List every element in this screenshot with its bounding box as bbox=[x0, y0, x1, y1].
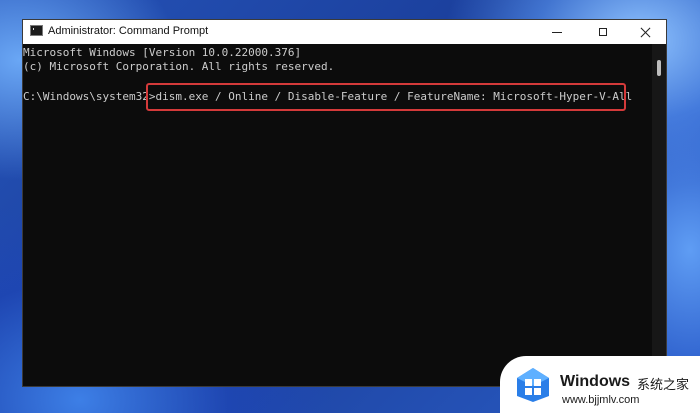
command-prompt-window[interactable]: Administrator: Command Prompt Microsoft … bbox=[22, 19, 667, 387]
prompt-path: C:\Windows\system32> bbox=[23, 90, 156, 103]
close-icon bbox=[640, 27, 651, 38]
minimize-icon bbox=[552, 31, 562, 33]
maximize-button[interactable] bbox=[583, 20, 623, 44]
watermark-url: www.bjjmlv.com bbox=[562, 394, 640, 406]
title-bar[interactable]: Administrator: Command Prompt bbox=[23, 20, 666, 44]
vertical-scrollbar[interactable] bbox=[652, 44, 666, 386]
command-highlight-box bbox=[146, 83, 626, 111]
maximize-icon bbox=[599, 28, 607, 36]
version-line: Microsoft Windows [Version 10.0.22000.37… bbox=[23, 46, 302, 59]
close-button[interactable] bbox=[625, 20, 665, 44]
copyright-line: (c) Microsoft Corporation. All rights re… bbox=[23, 60, 335, 73]
watermark-brand: Windows bbox=[560, 373, 631, 390]
minimize-button[interactable] bbox=[537, 20, 577, 44]
windows-logo-icon bbox=[517, 368, 549, 402]
scrollbar-thumb[interactable] bbox=[657, 60, 661, 76]
watermark-brand-cn: 系统之家 bbox=[637, 378, 690, 393]
window-title: Administrator: Command Prompt bbox=[48, 25, 209, 37]
console-output[interactable]: Microsoft Windows [Version 10.0.22000.37… bbox=[23, 44, 652, 386]
command-prompt-icon bbox=[30, 25, 43, 36]
watermark-badge: Windows 系统之家 www.bjjmlv.com bbox=[500, 356, 700, 413]
